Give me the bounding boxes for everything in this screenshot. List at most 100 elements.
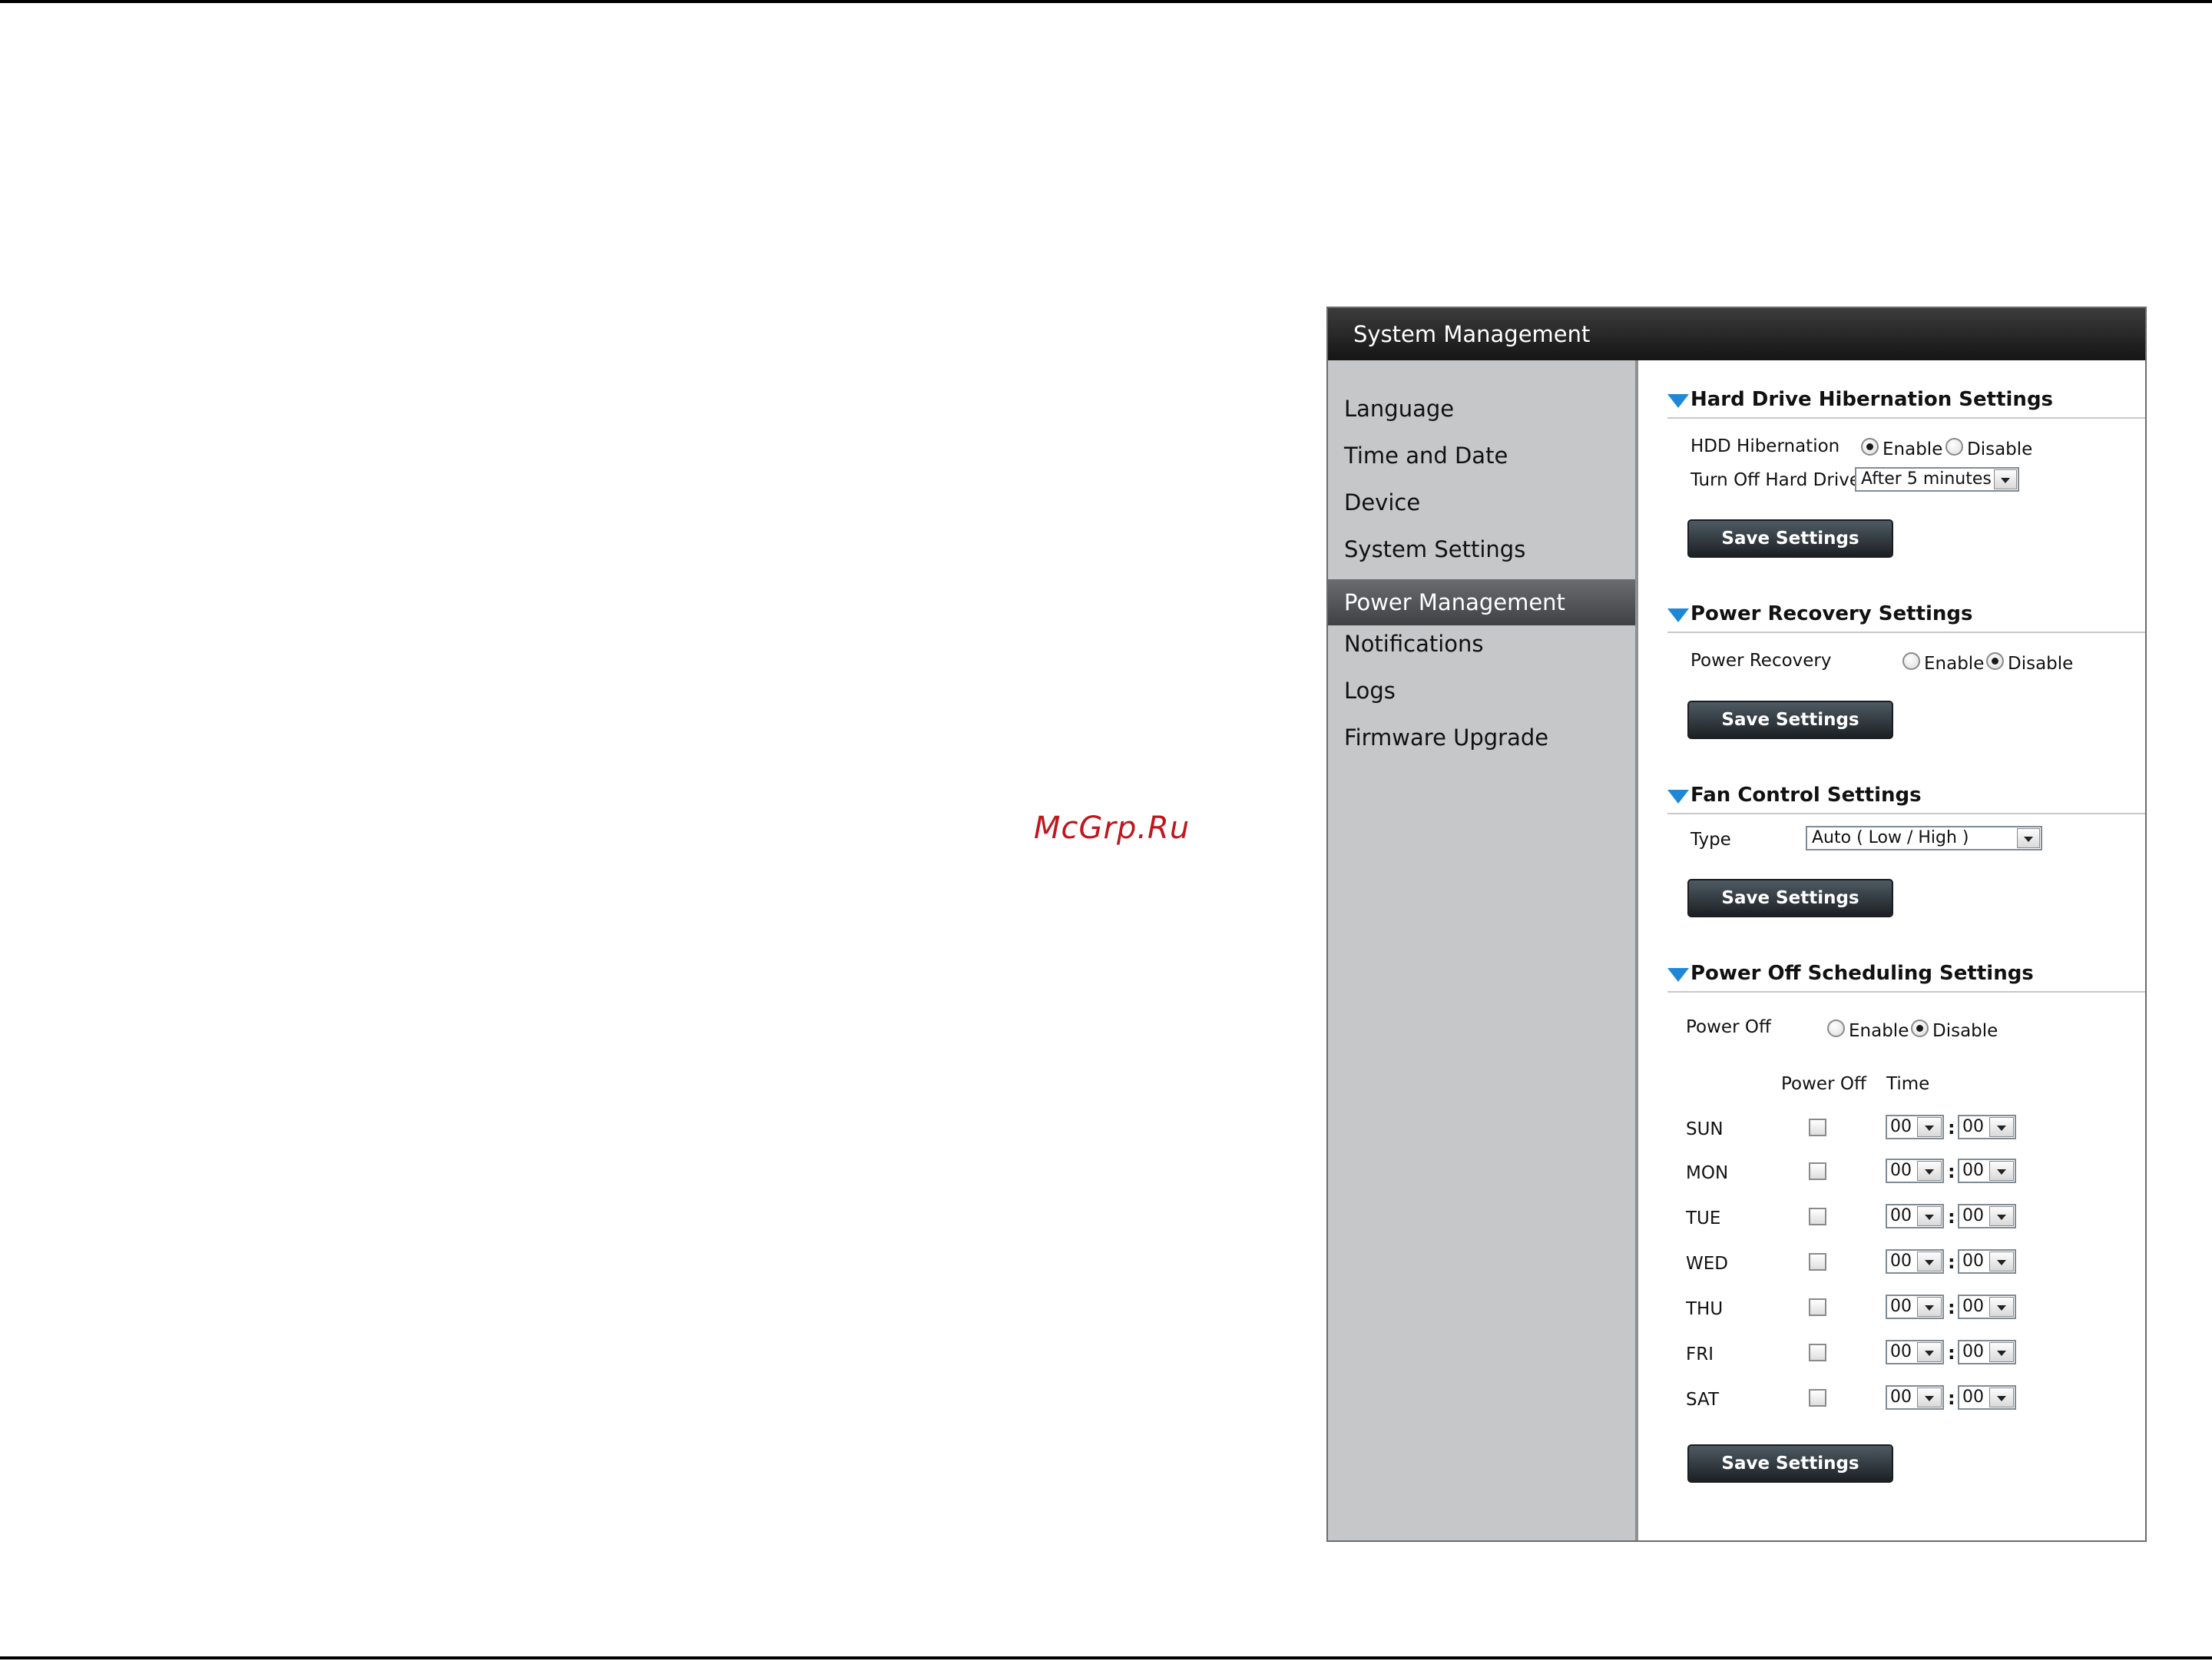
power-recovery-disable-label: Disable [2008,654,2074,674]
hour-select[interactable]: 00 [1886,1249,1944,1274]
hdd-hibernation-disable-label: Disable [1967,439,2033,459]
minute-select[interactable]: 00 [1958,1340,2016,1364]
turn-off-hard-drives-label: Turn Off Hard Drives [1690,470,1869,490]
sidebar-item-firmware-upgrade[interactable]: Firmware Upgrade [1328,714,1635,761]
chevron-down-icon [1989,1342,2014,1362]
collapse-triangle-icon[interactable] [1667,790,1689,804]
chevron-down-icon [1917,1297,1942,1317]
power-off-checkbox[interactable] [1809,1162,1826,1180]
watermark-text: McGrp.Ru [1034,811,1190,846]
time-colon: : [1948,1117,1955,1139]
chevron-down-icon [1917,1161,1942,1181]
hour-select[interactable]: 00 [1886,1295,1944,1319]
chevron-down-icon [1917,1342,1942,1362]
hour-select[interactable]: 00 [1886,1385,1944,1410]
collapse-triangle-icon[interactable] [1667,968,1689,982]
page-top-rule [0,0,2212,3]
sidebar-item-language[interactable]: Language [1328,386,1635,432]
column-header-time: Time [1886,1074,1930,1094]
hour-select[interactable]: 00 [1886,1204,1944,1228]
section-title: Fan Control Settings [1690,784,1922,807]
power-off-disable-label: Disable [1932,1021,1998,1041]
minute-select[interactable]: 00 [1958,1159,2016,1183]
chevron-down-icon [1989,1117,2014,1137]
chevron-down-icon [1917,1387,1942,1407]
minute-select[interactable]: 00 [1958,1115,2016,1139]
schedule-day-label: SAT [1686,1390,1720,1410]
sidebar-item-device[interactable]: Device [1328,479,1635,525]
hour-select[interactable]: 00 [1886,1115,1944,1139]
section-title: Hard Drive Hibernation Settings [1690,388,2054,411]
schedule-day-label: THU [1686,1299,1724,1319]
minute-select[interactable]: 00 [1958,1249,2016,1274]
section-title: Power Recovery Settings [1690,602,1973,625]
power-off-checkbox[interactable] [1809,1344,1826,1361]
power-off-checkbox[interactable] [1809,1389,1826,1407]
time-colon: : [1948,1387,1955,1409]
sidebar-item-system-settings[interactable]: System Settings [1328,526,1635,572]
power-off-checkbox[interactable] [1809,1119,1826,1136]
power-off-checkbox[interactable] [1809,1253,1826,1271]
chevron-down-icon [1989,1297,2014,1317]
power-recovery-enable-label: Enable [1924,654,1985,674]
sidebar-item-time-and-date[interactable]: Time and Date [1328,433,1635,479]
fan-type-value: Auto ( Low / High ) [1812,828,1969,847]
chevron-down-icon [1989,1252,2014,1271]
system-management-window: System Management Language Time and Date… [1326,307,2147,1542]
chevron-down-icon [2017,828,2040,848]
hdd-hibernation-disable-radio[interactable] [1945,438,1963,456]
main-content: Hard Drive Hibernation Settings HDD Hibe… [1638,360,2145,1540]
minute-value: 00 [1962,1161,1984,1180]
turn-off-hard-drives-select[interactable]: After 5 minutes [1855,467,2019,492]
collapse-triangle-icon[interactable] [1667,608,1689,622]
minute-select[interactable]: 00 [1958,1204,2016,1228]
power-off-disable-radio[interactable] [1911,1019,1929,1037]
schedule-day-label: SUN [1686,1119,1724,1139]
schedule-day-label: FRI [1686,1344,1714,1364]
hour-value: 00 [1890,1297,1912,1316]
turn-off-hard-drives-value: After 5 minutes [1861,469,1992,489]
chevron-down-icon [1989,1161,2014,1181]
fan-type-select[interactable]: Auto ( Low / High ) [1806,826,2042,850]
hour-value: 00 [1890,1342,1912,1361]
hdd-hibernation-label: HDD Hibernation [1690,436,1840,456]
sidebar-item-notifications[interactable]: Notifications [1328,621,1635,667]
sidebar-item-power-management[interactable]: Power Management [1328,579,1635,625]
minute-select[interactable]: 00 [1958,1295,2016,1319]
hour-value: 00 [1890,1252,1912,1271]
hour-select[interactable]: 00 [1886,1340,1944,1364]
schedule-save-button[interactable]: Save Settings [1687,1444,1893,1483]
hour-select[interactable]: 00 [1886,1159,1944,1183]
chevron-down-icon [1989,1387,2014,1407]
time-colon: : [1948,1206,1955,1228]
collapse-triangle-icon[interactable] [1667,394,1689,408]
hdd-hibernation-enable-radio[interactable] [1861,438,1879,456]
hour-value: 00 [1890,1161,1912,1180]
section-title: Power Off Scheduling Settings [1690,962,2034,985]
sidebar-item-logs[interactable]: Logs [1328,668,1635,714]
power-off-checkbox[interactable] [1809,1208,1826,1225]
chevron-down-icon [1994,469,2017,489]
power-off-label: Power Off [1686,1017,1771,1037]
chevron-down-icon [1917,1117,1942,1137]
minute-value: 00 [1962,1206,1984,1225]
sidebar: Language Time and Date Device System Set… [1328,360,1638,1540]
hibernation-save-button[interactable]: Save Settings [1687,519,1893,558]
minute-value: 00 [1962,1387,1984,1407]
power-off-checkbox[interactable] [1809,1298,1826,1316]
minute-value: 00 [1962,1117,1984,1136]
recovery-save-button[interactable]: Save Settings [1687,701,1893,739]
window-title: System Management [1328,308,2145,360]
power-recovery-enable-radio[interactable] [1902,652,1920,670]
time-colon: : [1948,1252,1955,1273]
power-recovery-disable-radio[interactable] [1986,652,2004,670]
minute-value: 00 [1962,1252,1984,1271]
time-colon: : [1948,1297,1955,1318]
power-off-enable-radio[interactable] [1827,1019,1845,1037]
chevron-down-icon [1989,1206,2014,1226]
power-off-enable-label: Enable [1849,1021,1909,1041]
fan-save-button[interactable]: Save Settings [1687,879,1893,917]
hour-value: 00 [1890,1206,1912,1225]
fan-section-header: Fan Control Settings [1667,776,2145,814]
minute-select[interactable]: 00 [1958,1385,2016,1410]
